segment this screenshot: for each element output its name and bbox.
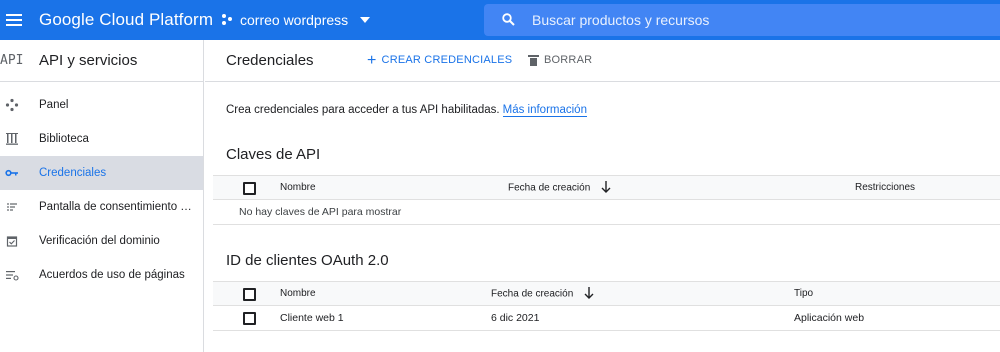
sidebar: API API y servicios Panel Biblioteca Cre… (0, 40, 204, 352)
api-keys-title: Claves de API (226, 146, 321, 163)
sidebar-item-library[interactable]: Biblioteca (0, 122, 203, 156)
row-checkbox[interactable] (243, 312, 256, 325)
settings-list-icon (6, 271, 19, 281)
oauth-clients-title: ID de clientes OAuth 2.0 (226, 252, 389, 269)
search-input[interactable] (532, 4, 972, 36)
column-header-type[interactable]: Tipo (794, 288, 813, 299)
sidebar-item-panel[interactable]: Panel (0, 88, 203, 122)
oauth-clients-table: Nombre Fecha de creación Tipo Cliente we… (213, 281, 1000, 331)
chevron-down-icon (360, 17, 371, 23)
api-keys-table: Nombre Fecha de creación Restricciones N… (213, 175, 1000, 225)
library-icon (6, 133, 18, 145)
main-content: Credenciales + CREAR CREDENCIALES BORRAR… (205, 40, 1000, 352)
more-info-link[interactable]: Más información (502, 104, 587, 117)
column-header-restrictions[interactable]: Restricciones (855, 182, 915, 193)
table-row: Cliente web 1 6 dic 2021 Aplicación web (213, 306, 1000, 331)
table-row: No hay claves de API para mostrar (213, 200, 1000, 225)
project-name: correo wordpress (240, 12, 349, 28)
key-icon (5, 169, 18, 177)
client-type: Aplicación web (794, 312, 865, 324)
client-name-link[interactable]: Cliente web 1 (280, 312, 344, 324)
page-title: Credenciales (226, 52, 314, 69)
sidebar-header: API API y servicios (0, 40, 203, 82)
sidebar-item-label: Pantalla de consentimiento … (39, 201, 192, 213)
page-header: Credenciales + CREAR CREDENCIALES BORRAR (205, 40, 1000, 82)
table-header: Nombre Fecha de creación Tipo (213, 281, 1000, 306)
domain-check-icon (6, 236, 18, 247)
sidebar-item-domain-verification[interactable]: Verificación del dominio (0, 224, 203, 258)
column-header-date[interactable]: Fecha de creación (508, 181, 611, 194)
delete-button[interactable]: BORRAR (528, 54, 593, 66)
table-header: Nombre Fecha de creación Restricciones (213, 175, 1000, 200)
client-date: 6 dic 2021 (491, 312, 540, 324)
sidebar-item-label: Panel (39, 99, 69, 111)
sidebar-item-label: Credenciales (39, 167, 107, 179)
arrow-down-icon[interactable] (584, 287, 594, 299)
description: Crea credenciales para acceder a tus API… (226, 104, 587, 117)
column-header-name[interactable]: Nombre (280, 182, 316, 193)
column-header-date-label: Fecha de creación (491, 288, 574, 300)
create-credentials-label: CREAR CREDENCIALES (381, 54, 513, 66)
select-all-checkbox[interactable] (243, 288, 256, 301)
search-bar[interactable] (484, 4, 1000, 36)
select-all-checkbox[interactable] (243, 182, 256, 195)
project-selector[interactable]: correo wordpress (222, 12, 371, 28)
project-icon (222, 14, 234, 26)
sidebar-item-label: Verificación del dominio (39, 235, 160, 247)
arrow-down-icon[interactable] (601, 181, 611, 193)
trash-icon (528, 54, 539, 66)
sidebar-item-page-usage-agreements[interactable]: Acuerdos de uso de páginas (0, 258, 203, 292)
sidebar-item-credentials[interactable]: Credenciales (0, 156, 203, 190)
consent-icon (7, 203, 17, 211)
top-bar: Google Cloud Platform correo wordpress (0, 0, 1000, 40)
plus-icon: + (367, 51, 377, 69)
api-logo-icon: API (0, 53, 24, 68)
column-header-date[interactable]: Fecha de creación (491, 287, 594, 300)
column-header-date-label: Fecha de creación (508, 182, 591, 194)
brand-title[interactable]: Google Cloud Platform (39, 10, 213, 30)
dashboard-icon (5, 98, 19, 112)
sidebar-nav: Panel Biblioteca Credenciales Pantalla d… (0, 88, 203, 292)
sidebar-item-label: Acuerdos de uso de páginas (39, 269, 185, 281)
sidebar-title: API y servicios (39, 52, 138, 69)
sidebar-item-label: Biblioteca (39, 133, 89, 145)
menu-icon[interactable] (4, 10, 24, 30)
search-icon (502, 13, 515, 26)
empty-message: No hay claves de API para mostrar (239, 206, 402, 218)
delete-label: BORRAR (544, 54, 593, 66)
create-credentials-button[interactable]: + CREAR CREDENCIALES (367, 51, 513, 69)
sidebar-item-consent-screen[interactable]: Pantalla de consentimiento … (0, 190, 203, 224)
column-header-name[interactable]: Nombre (280, 288, 316, 299)
description-text: Crea credenciales para acceder a tus API… (226, 104, 500, 116)
